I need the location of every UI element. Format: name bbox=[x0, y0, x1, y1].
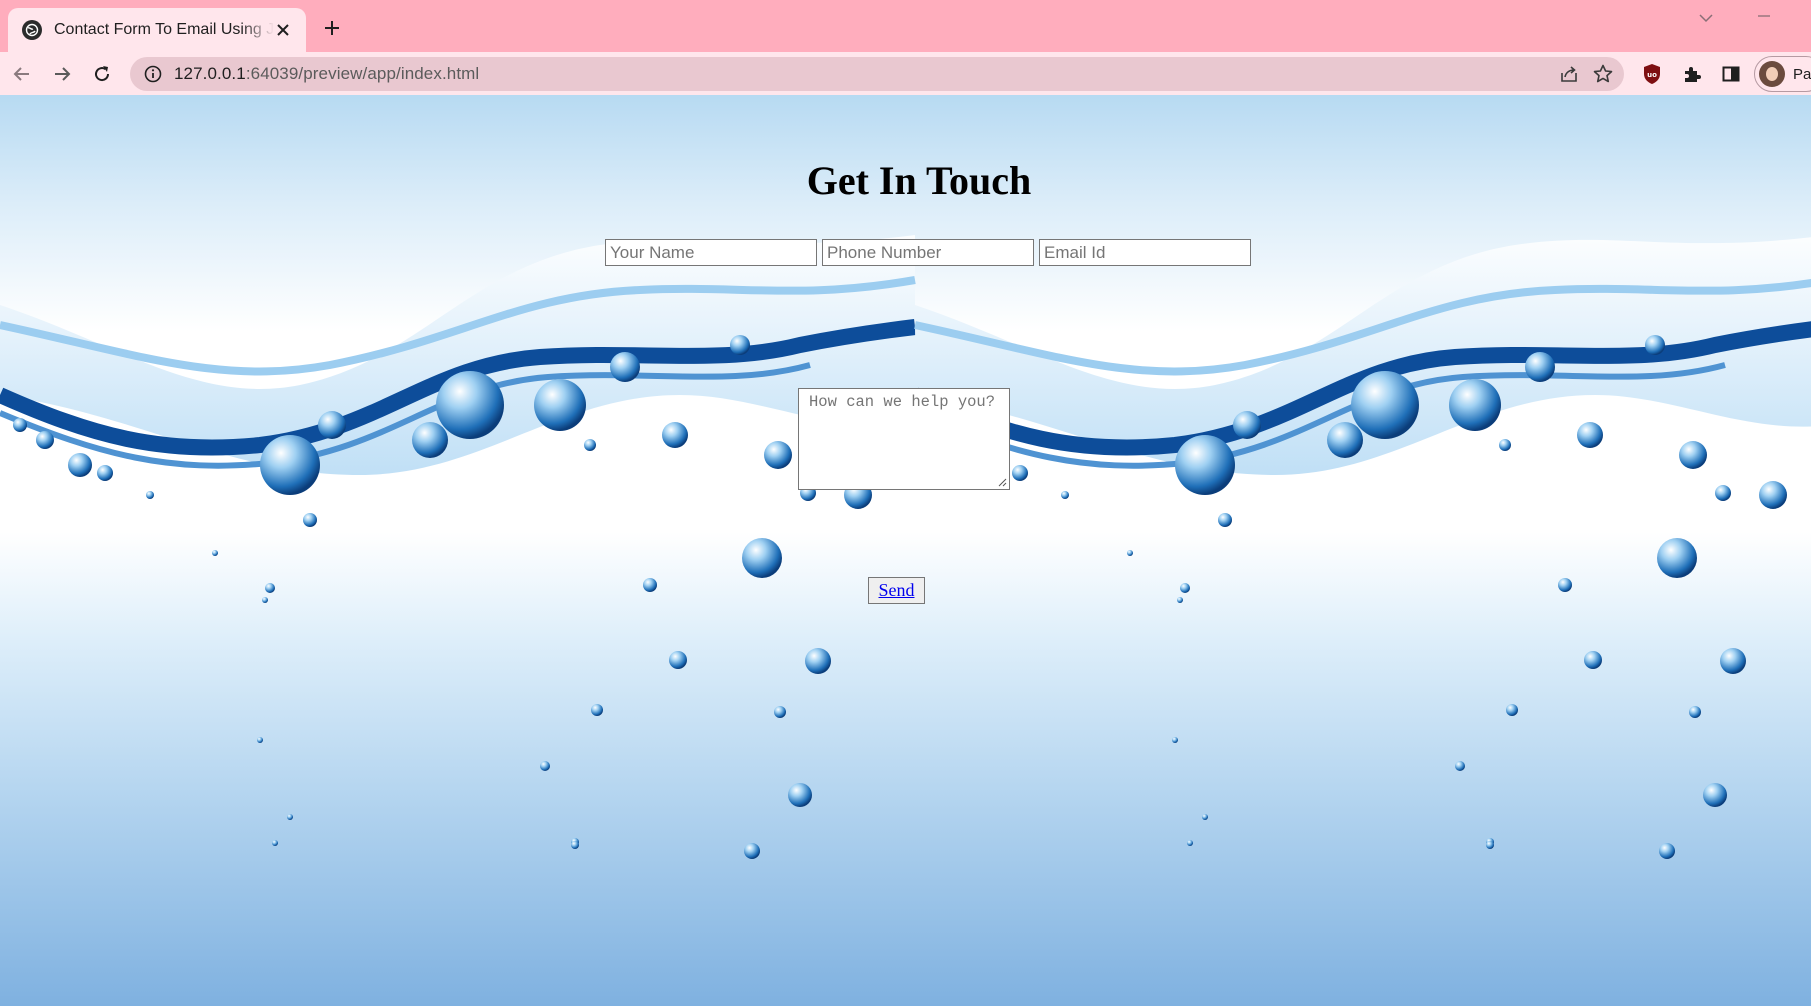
page-viewport: Get In Touch How can we help you? Send bbox=[0, 95, 1811, 1006]
url-host: 127.0.0.1 bbox=[174, 64, 246, 83]
plus-icon[interactable] bbox=[318, 14, 346, 42]
share-icon[interactable] bbox=[1558, 63, 1580, 85]
url-path: :64039/preview/app/index.html bbox=[245, 64, 480, 83]
address-bar[interactable]: 127.0.0.1:64039/preview/app/index.html bbox=[130, 57, 1624, 91]
message-placeholder: How can we help you? bbox=[809, 393, 996, 411]
svg-text:uo: uo bbox=[1647, 71, 1657, 79]
reload-icon[interactable] bbox=[88, 60, 116, 88]
email-input[interactable] bbox=[1039, 239, 1251, 266]
browser-tab[interactable]: Contact Form To Email Using JavaScript bbox=[8, 8, 306, 52]
profile-label: Pa bbox=[1793, 65, 1811, 83]
globe-icon bbox=[22, 20, 42, 40]
tab-title: Contact Form To Email Using JavaScript bbox=[54, 21, 275, 38]
message-textarea[interactable]: How can we help you? bbox=[798, 388, 1010, 490]
avatar bbox=[1759, 61, 1785, 87]
shield-extension-icon[interactable]: uo bbox=[1640, 62, 1664, 86]
resize-grip-icon[interactable] bbox=[997, 477, 1007, 487]
browser-toolbar: 127.0.0.1:64039/preview/app/index.html u… bbox=[0, 52, 1811, 95]
minimize-icon[interactable] bbox=[1752, 6, 1776, 30]
send-button[interactable]: Send bbox=[868, 577, 925, 604]
puzzle-icon[interactable] bbox=[1680, 62, 1704, 86]
chevron-down-icon[interactable] bbox=[1694, 6, 1718, 30]
side-panel-icon[interactable] bbox=[1719, 62, 1743, 86]
back-arrow-icon[interactable] bbox=[8, 60, 36, 88]
tab-strip: Contact Form To Email Using JavaScript bbox=[0, 0, 1811, 52]
url-text: 127.0.0.1:64039/preview/app/index.html bbox=[174, 64, 479, 84]
profile-button[interactable]: Pa bbox=[1754, 56, 1811, 92]
info-icon[interactable] bbox=[142, 63, 164, 85]
phone-input[interactable] bbox=[822, 239, 1034, 266]
page-title: Get In Touch bbox=[806, 158, 1032, 203]
forward-arrow-icon[interactable] bbox=[48, 60, 76, 88]
name-input[interactable] bbox=[605, 239, 817, 266]
star-icon[interactable] bbox=[1592, 63, 1614, 85]
close-icon[interactable] bbox=[274, 21, 292, 39]
water-background bbox=[0, 95, 1811, 1006]
